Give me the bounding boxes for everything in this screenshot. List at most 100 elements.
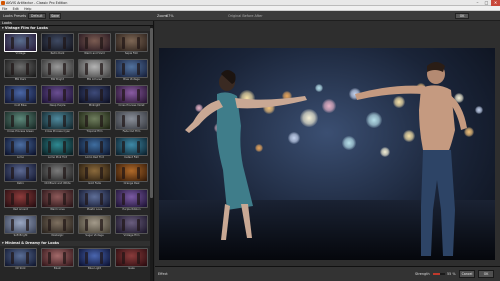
preset-thumbnail[interactable]: Purple Ribbon — [115, 189, 148, 213]
preset-name: BW Dark — [14, 78, 27, 81]
preset-thumbnail[interactable]: Warm Love — [41, 189, 74, 213]
preview-image[interactable] — [159, 48, 495, 260]
preset-thumbnail[interactable]: Cross Process Green — [4, 111, 37, 135]
preset-thumbnail[interactable]: Gaze — [115, 247, 148, 272]
preset-thumbnail[interactable]: BW Infrared — [78, 59, 111, 83]
preset-preview-image[interactable] — [41, 215, 74, 234]
preset-thumbnail[interactable]: Soft Bright — [4, 215, 37, 239]
preset-preview-image[interactable] — [78, 137, 111, 156]
preset-preview-image[interactable] — [78, 85, 111, 104]
preset-thumbnail[interactable]: Warm and Vivid — [78, 33, 111, 57]
preset-preview-image[interactable] — [41, 163, 74, 182]
preset-name: Retro — [17, 182, 24, 185]
preset-preview-image[interactable] — [115, 247, 148, 267]
preset-thumbnail[interactable]: Orange Peel — [115, 163, 148, 187]
preset-thumbnail[interactable]: Lomo Red Tint — [78, 137, 111, 161]
preset-preview-image[interactable] — [4, 247, 37, 267]
preset-preview-image[interactable] — [78, 189, 111, 208]
preset-thumbnail[interactable]: Red Accent — [4, 189, 37, 213]
preset-preview-image[interactable] — [41, 247, 74, 267]
preset-thumbnail[interactable]: Vintage — [4, 33, 37, 57]
preset-preview-image[interactable] — [41, 137, 74, 156]
preset-name: Cross Process Cyan — [44, 130, 71, 133]
preset-preview-image[interactable] — [78, 215, 111, 234]
preset-name: Vintage — [15, 52, 26, 55]
preset-preview-image[interactable] — [115, 111, 148, 130]
preset-thumbnail[interactable]: Blue Vintage — [115, 59, 148, 83]
preset-thumbnail[interactable]: Midnight — [78, 85, 111, 109]
preset-preview-image[interactable] — [115, 59, 148, 78]
preset-thumbnail[interactable]: Plastic Love — [78, 189, 111, 213]
preset-preview-image[interactable] — [4, 189, 37, 208]
preset-thumbnail[interactable]: Retro Dark — [41, 33, 74, 57]
preset-thumbnail[interactable]: Deep Purple — [41, 85, 74, 109]
preset-name: Lomo — [16, 156, 25, 159]
panel-scrollbar[interactable] — [150, 26, 153, 281]
preset-preview-image[interactable] — [78, 33, 111, 52]
preset-thumbnail[interactable]: Nostalgic — [41, 215, 74, 239]
preset-preview-image[interactable] — [115, 215, 148, 234]
preset-preview-image[interactable] — [4, 137, 37, 156]
save-preset-button[interactable]: Save — [49, 13, 61, 19]
preset-thumbnail[interactable]: Cross Process Cyan — [41, 111, 74, 135]
preset-name: Instant Film — [123, 156, 140, 159]
view-mode-switch[interactable]: Original Before After — [228, 11, 263, 21]
preset-thumbnail[interactable]: Blue Light — [78, 247, 111, 272]
preset-preview-image[interactable] — [78, 163, 111, 182]
preset-preview-image[interactable] — [115, 137, 148, 156]
preset-preview-image[interactable] — [115, 163, 148, 182]
preset-thumbnail[interactable]: BW Dark — [4, 59, 37, 83]
preset-name: Purple Ribbon — [122, 208, 141, 211]
preset-thumbnail[interactable]: Instant Film — [115, 137, 148, 161]
preset-preview-image[interactable] — [115, 85, 148, 104]
preset-thumbnail[interactable]: Cold Blue — [4, 85, 37, 109]
preset-dropdown[interactable]: Default — [28, 13, 46, 19]
preset-name: Vintage Film — [123, 234, 140, 237]
looks-panel: Looks ▾ Vintage Film for Looks Vintage Re… — [0, 21, 154, 281]
preset-preview-image[interactable] — [4, 111, 37, 130]
preset-name: Lomo Pink Tint — [47, 156, 67, 159]
preset-preview-image[interactable] — [41, 111, 74, 130]
ok-button[interactable]: OK — [478, 270, 494, 278]
preset-thumbnail[interactable]: Retro — [4, 163, 37, 187]
preset-grid-2: Oil Slick Blush Blue Light Gaze — [0, 246, 153, 274]
zoom-value[interactable]: 67% — [166, 11, 174, 21]
preset-thumbnail[interactable]: Fade Out Film — [115, 111, 148, 135]
status-text: Effect — [158, 272, 168, 276]
preset-thumbnail[interactable]: Lomo — [4, 137, 37, 161]
preset-thumbnail[interactable]: Sugar Vintage — [78, 215, 111, 239]
preset-preview-image[interactable] — [41, 189, 74, 208]
ok-button-top[interactable]: OK — [455, 13, 469, 19]
preset-preview-image[interactable] — [41, 33, 74, 52]
preset-preview-image[interactable] — [4, 85, 37, 104]
preset-preview-image[interactable] — [78, 59, 111, 78]
preset-preview-image[interactable] — [4, 33, 37, 52]
preset-thumbnail[interactable]: Oil Slick — [4, 247, 37, 272]
strength-label: Strength — [415, 272, 430, 276]
preset-thumbnail[interactable]: Tropical Film — [78, 111, 111, 135]
preset-thumbnail[interactable]: Lomo Pink Tint — [41, 137, 74, 161]
preset-thumbnail[interactable]: BW Bright — [41, 59, 74, 83]
preset-preview-image[interactable] — [78, 111, 111, 130]
preset-preview-image[interactable] — [78, 247, 111, 267]
preset-thumbnail[interactable]: Old Black and White — [41, 163, 74, 187]
image-workspace: Effect Strength 55 % Cancel OK — [155, 21, 500, 281]
toolbar: Looks Presets Default Save Zoom 67% Orig… — [0, 11, 500, 21]
preset-name: Oil Slick — [15, 266, 26, 270]
preset-preview-image[interactable] — [4, 163, 37, 182]
preset-preview-image[interactable] — [4, 215, 37, 234]
preset-thumbnail[interactable]: Vintage Film — [115, 215, 148, 239]
strength-slider[interactable] — [433, 273, 445, 275]
preset-thumbnail[interactable]: Gold Fade — [78, 163, 111, 187]
preset-thumbnail[interactable]: Blush — [41, 247, 74, 272]
preset-preview-image[interactable] — [41, 59, 74, 78]
preset-preview-image[interactable] — [4, 59, 37, 78]
preset-thumbnail[interactable]: Cross Process Violet — [115, 85, 148, 109]
bokeh-light — [322, 99, 336, 113]
preset-preview-image[interactable] — [115, 189, 148, 208]
scrollbar-thumb[interactable] — [150, 28, 153, 198]
cancel-button[interactable]: Cancel — [459, 270, 475, 278]
preset-preview-image[interactable] — [41, 85, 74, 104]
preset-thumbnail[interactable]: Sepia Film — [115, 33, 148, 57]
preset-preview-image[interactable] — [115, 33, 148, 52]
